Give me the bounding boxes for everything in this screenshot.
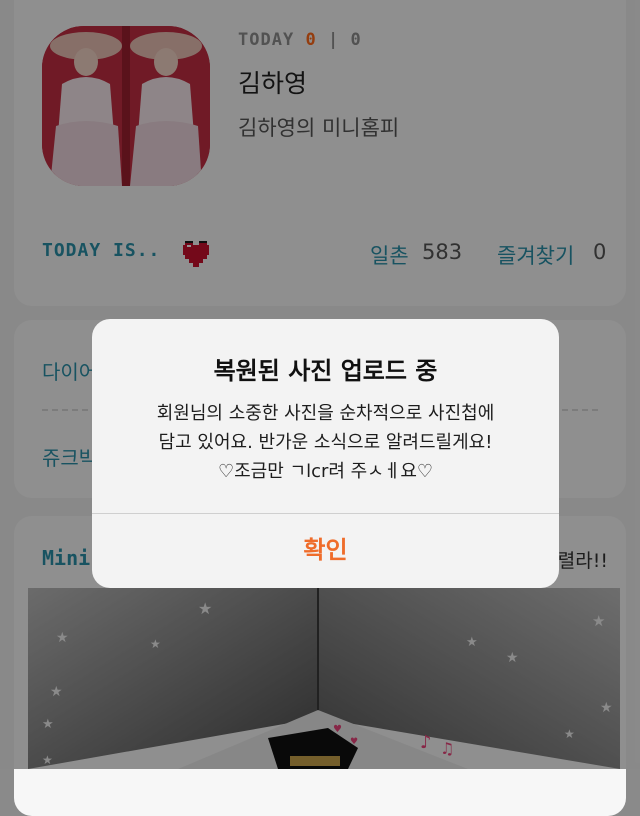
dialog-message-line2: 담고 있어요. 반가운 소식으로 알려드릴게요!: [158, 432, 493, 453]
confirm-button[interactable]: 확인: [92, 513, 559, 588]
upload-alert-dialog: 복원된 사진 업로드 중 회원님의 소중한 사진을 순차적으로 사진첩에 담고 …: [92, 319, 559, 588]
dialog-title: 복원된 사진 업로드 중: [213, 357, 438, 385]
dialog-message-line1: 회원님의 소중한 사진을 순차적으로 사진첩에: [156, 403, 495, 424]
dialog-message-line3: ♡조금만 ㄱlcr려 주ㅅㅔ요♡: [217, 461, 434, 482]
